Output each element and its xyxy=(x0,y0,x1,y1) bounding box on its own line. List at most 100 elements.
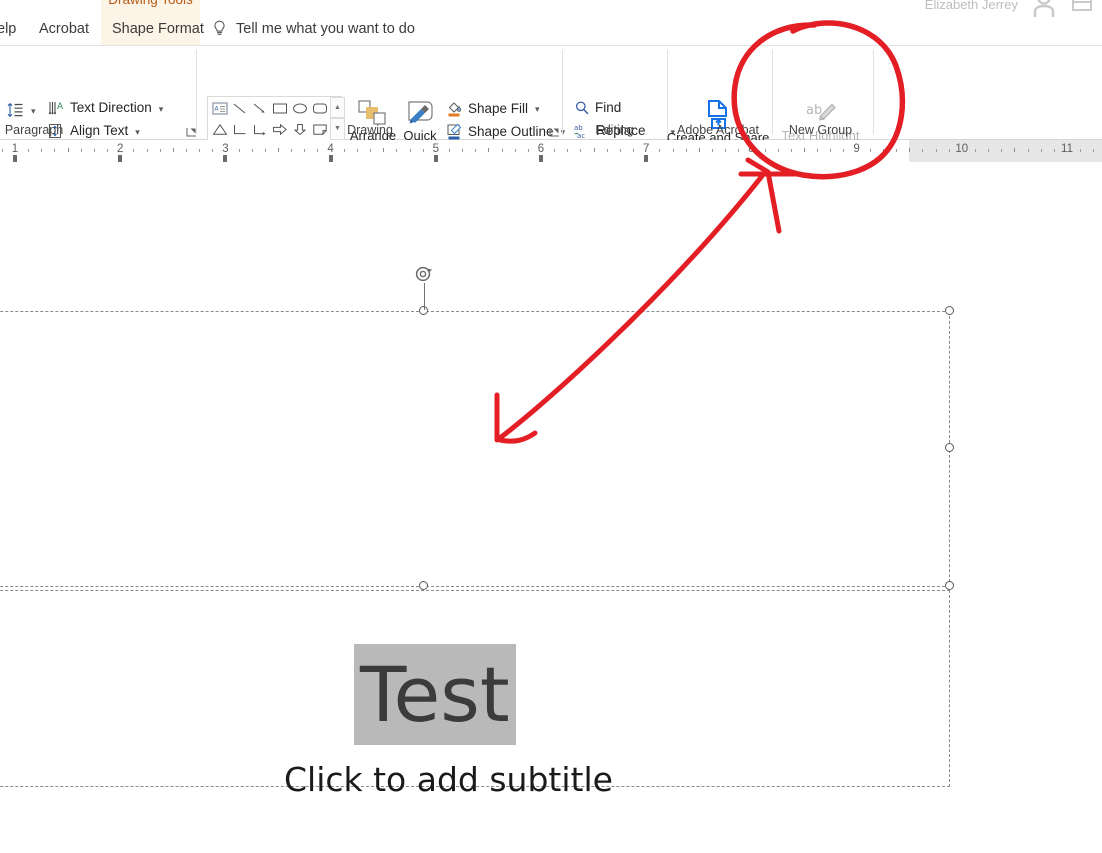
group-divider xyxy=(772,50,773,134)
ruler-tab-stop[interactable] xyxy=(223,155,228,162)
ribbon-tab-strip: Drawing Tools elp Acrobat Shape Format T… xyxy=(0,0,1102,45)
rotation-handle-icon[interactable] xyxy=(414,265,434,285)
title-placeholder[interactable] xyxy=(0,311,950,587)
ribbon-group-label-adobe-acrobat: Adobe Acrobat xyxy=(676,123,759,137)
ruler-tick xyxy=(711,149,713,152)
ruler-tab-stop[interactable] xyxy=(433,155,438,162)
ruler-tick xyxy=(619,149,621,152)
tab-shape-format[interactable]: Shape Format xyxy=(112,21,204,37)
ribbon-item-shape-fill[interactable]: Shape Fill ▾ xyxy=(446,100,540,117)
ruler-tick xyxy=(1,149,3,152)
gallery-shape-right-arrow-shape[interactable] xyxy=(270,119,290,140)
ruler-tick xyxy=(804,148,805,152)
group-divider xyxy=(196,50,197,134)
ruler-tick xyxy=(817,149,819,152)
ruler-tick xyxy=(896,149,898,152)
drawing-dialog-launcher[interactable] xyxy=(549,125,560,137)
subtitle-placeholder[interactable] xyxy=(0,590,950,787)
ruler-tick xyxy=(238,149,240,152)
ruler-tab-stop[interactable] xyxy=(328,155,333,162)
ribbon-item-text-direction[interactable]: A Text Direction ▾ xyxy=(48,100,163,116)
rotation-handle-stem xyxy=(424,283,425,310)
tab-acrobat[interactable]: Acrobat xyxy=(39,21,89,37)
ruler-tick xyxy=(251,149,253,152)
ribbon-item-find[interactable]: Find xyxy=(574,100,621,116)
gallery-shape-elbow-arrow-connector-shape[interactable] xyxy=(250,119,270,140)
ruler-tick xyxy=(1014,148,1016,152)
gallery-shape-rectangle-shape[interactable] xyxy=(270,98,290,119)
ruler-tab-stop[interactable] xyxy=(118,155,123,162)
ruler-tick xyxy=(738,149,740,152)
ruler-tick xyxy=(698,148,700,152)
selection-handle-bottom-center[interactable] xyxy=(419,581,428,590)
ruler-tick xyxy=(633,149,635,152)
tell-me-search[interactable]: Tell me what you want to do xyxy=(212,20,415,37)
ribbon-item-label: Shape Outline xyxy=(468,123,554,139)
chevron-down-icon: ▾ xyxy=(31,105,36,116)
ruler-tick xyxy=(199,149,201,152)
ruler-tab-stop[interactable] xyxy=(644,155,649,162)
selection-handle-top-right[interactable] xyxy=(945,306,954,315)
ribbon-item-line-spacing[interactable]: ▾ xyxy=(6,101,36,119)
selection-handle-bottom-right[interactable] xyxy=(945,581,954,590)
ruler-tick xyxy=(606,149,608,152)
group-divider xyxy=(562,50,563,134)
ruler-tick xyxy=(580,149,582,152)
ruler-tick xyxy=(974,149,976,152)
ruler-tick xyxy=(54,149,56,152)
gallery-shape-rounded-rectangle-shape[interactable] xyxy=(310,98,330,119)
subtitle-prompt-text[interactable]: Click to add subtitle xyxy=(284,760,844,799)
tell-me-label: Tell me what you want to do xyxy=(236,20,415,37)
user-avatar-icon[interactable] xyxy=(1030,0,1058,18)
gallery-shape-elbow-connector-shape[interactable] xyxy=(230,119,250,140)
ruler-tick xyxy=(1027,149,1029,152)
ruler-number: 9 xyxy=(853,143,860,155)
ruler-tick xyxy=(501,149,503,152)
ruler-tick xyxy=(278,148,279,152)
ruler-tick xyxy=(356,149,358,152)
gallery-shape-oval-shape[interactable] xyxy=(290,98,310,119)
ruler-tick xyxy=(830,149,832,152)
ruler-number: 3 xyxy=(222,143,229,155)
ruler-tick xyxy=(869,149,871,152)
horizontal-ruler[interactable]: 1 2 3 4 5 6 7 8 9 10 11 xyxy=(0,140,1102,162)
account-area: Elizabeth Jerrey xyxy=(925,0,1094,18)
ruler-number: 5 xyxy=(432,143,439,155)
ruler-tick xyxy=(304,149,306,152)
ruler-tick xyxy=(882,149,884,152)
share-icon[interactable] xyxy=(1070,0,1094,15)
group-divider xyxy=(873,50,874,134)
ruler-tick xyxy=(172,148,174,152)
ruler-tick xyxy=(725,149,727,152)
ruler-tick xyxy=(1053,149,1055,152)
gallery-shape-line-shape[interactable] xyxy=(230,98,250,119)
ruler-tick xyxy=(922,149,924,152)
ribbon-group-label-new-group: New Group xyxy=(788,123,853,137)
chevron-down-icon: ▾ xyxy=(535,104,540,114)
ruler-tick xyxy=(370,149,372,152)
tab-help[interactable]: elp xyxy=(0,21,16,37)
gallery-shape-triangle-shape[interactable] xyxy=(210,119,230,140)
scroll-up-icon[interactable]: ▲ xyxy=(330,97,345,119)
slide-canvas[interactable]: Test Click to add subtitle xyxy=(0,162,1102,853)
powerpoint-window: Drawing Tools elp Acrobat Shape Format T… xyxy=(0,0,1102,853)
ruler-tick xyxy=(1080,149,1082,152)
svg-text:ab: ab xyxy=(806,103,822,118)
ruler-number: 2 xyxy=(116,143,124,155)
ruler-number: 1 xyxy=(11,143,19,155)
selection-handle-middle-right[interactable] xyxy=(945,443,954,452)
ribbon-group-label-editing: Editing xyxy=(595,123,634,137)
ruler-tick xyxy=(67,148,69,152)
gallery-shape-text-box-shape[interactable]: A xyxy=(210,98,230,119)
text-direction-icon: A xyxy=(48,100,65,116)
ruler-tick xyxy=(1040,149,1042,152)
ruler-tick xyxy=(988,149,990,152)
gallery-shape-line-arrow-shape[interactable] xyxy=(250,98,270,119)
ruler-tick xyxy=(133,149,135,152)
ruler-tab-stop[interactable] xyxy=(13,155,17,162)
ribbon-item-shape-outline[interactable]: Shape Outline ▾ xyxy=(446,123,565,140)
ruler-tick xyxy=(514,149,516,152)
ribbon: ▾ A Text Direction ▾ Align Text ▾ Paragr… xyxy=(0,45,1102,162)
ruler-offslide-region xyxy=(909,140,1102,162)
ruler-tab-stop[interactable] xyxy=(539,155,543,162)
